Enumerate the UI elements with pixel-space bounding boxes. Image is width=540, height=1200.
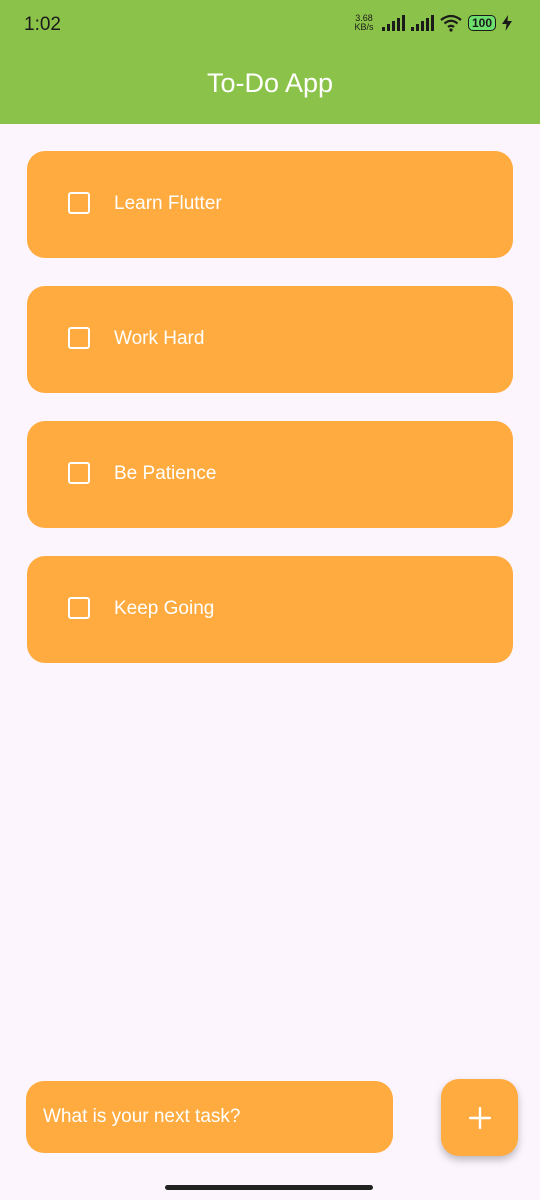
task-label: Work Hard	[114, 328, 205, 349]
network-speed: 3.68 KB/s	[352, 14, 376, 32]
add-task-button[interactable]	[441, 1079, 518, 1156]
task-checkbox[interactable]	[68, 462, 90, 484]
new-task-input[interactable]	[26, 1081, 393, 1153]
status-time: 1:02	[24, 14, 61, 35]
task-item[interactable]: Learn Flutter	[27, 151, 513, 258]
charging-icon	[502, 15, 512, 31]
status-icons: 3.68 KB/s 100	[352, 14, 512, 32]
task-item[interactable]: Be Patience	[27, 421, 513, 528]
wifi-icon	[440, 14, 462, 32]
task-checkbox[interactable]	[68, 327, 90, 349]
task-list: Learn Flutter Work Hard Be Patience Keep…	[27, 151, 513, 691]
signal-icon	[381, 15, 405, 31]
task-item[interactable]: Keep Going	[27, 556, 513, 663]
app-bar: 1:02 3.68 KB/s 100 To-Do App	[0, 0, 540, 124]
plus-icon	[468, 1106, 491, 1129]
task-checkbox[interactable]	[68, 192, 90, 214]
task-item[interactable]: Work Hard	[27, 286, 513, 393]
page-title: To-Do App	[206, 68, 334, 98]
task-label: Learn Flutter	[114, 193, 222, 214]
task-checkbox[interactable]	[68, 597, 90, 619]
battery-icon: 100	[467, 15, 496, 31]
task-label: Be Patience	[114, 463, 217, 484]
home-indicator[interactable]	[165, 1185, 373, 1190]
signal-icon-2	[410, 15, 434, 31]
network-speed-unit: KB/s	[354, 22, 374, 32]
task-label: Keep Going	[114, 598, 215, 619]
